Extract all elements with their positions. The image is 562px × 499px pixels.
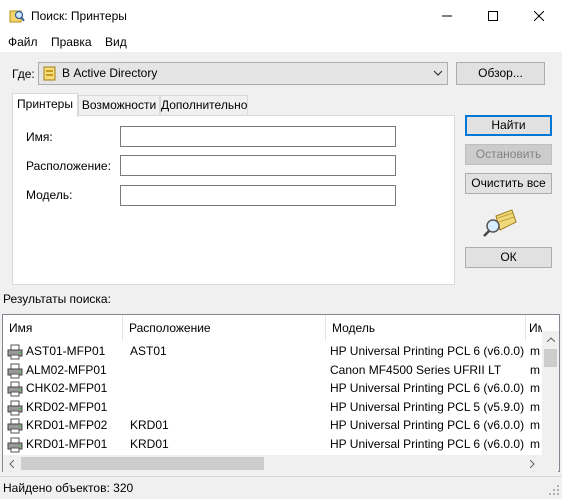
- where-label: Где:: [12, 67, 35, 81]
- find-button[interactable]: Найти: [465, 115, 552, 136]
- cell-location: KRD01: [130, 436, 169, 451]
- close-button[interactable]: [516, 0, 562, 32]
- scroll-up-icon[interactable]: [542, 331, 559, 348]
- cell-model: HP Universal Printing PCL 5 (v5.9.0): [330, 399, 525, 414]
- clear-all-button[interactable]: Очистить все: [465, 173, 552, 194]
- cell-location: KRD01: [130, 418, 169, 432]
- results-list[interactable]: Имя Расположение Модель Им AST01-MFP01AS…: [2, 314, 560, 472]
- printer-icon: [7, 418, 23, 434]
- tab-printers[interactable]: Принтеры: [12, 93, 78, 117]
- stop-button[interactable]: Остановить: [465, 144, 552, 165]
- cell-extra: m: [530, 399, 540, 414]
- model-field[interactable]: [120, 185, 396, 206]
- cell-model: HP Universal Printing PCL 6 (v6.0.0): [330, 436, 525, 451]
- ok-button[interactable]: ОК: [465, 247, 552, 268]
- magnifier-icon: [482, 208, 518, 238]
- where-combobox[interactable]: В Active Directory: [38, 62, 448, 85]
- column-header-model[interactable]: Модель: [326, 315, 526, 341]
- tab-advanced[interactable]: Дополнительно: [160, 95, 248, 115]
- vertical-scroll-thumb[interactable]: [544, 349, 557, 367]
- table-row[interactable]: ALM02-MFP01 Canon MF4500 Series UFRII LT m: [3, 361, 541, 380]
- menu-view[interactable]: Вид: [105, 34, 127, 50]
- cell-model: Canon MF4500 Series UFRII LT: [330, 362, 502, 377]
- scroll-right-icon[interactable]: [524, 455, 541, 472]
- minimize-button[interactable]: [424, 0, 470, 32]
- maximize-button[interactable]: [470, 0, 516, 32]
- search-folder-icon: [9, 8, 25, 24]
- chevron-down-icon: [433, 67, 443, 79]
- cell-extra: m: [530, 362, 540, 377]
- cell-model: HP Universal Printing PCL 6 (v6.0.0): [330, 418, 525, 432]
- location-label: Расположение:: [26, 159, 111, 173]
- table-row[interactable]: KRD02-MFP01 HP Universal Printing PCL 5 (…: [3, 398, 541, 417]
- cell-name: KRD01-MFP02: [26, 418, 108, 432]
- where-value: В Active Directory: [62, 66, 158, 80]
- directory-icon: [43, 66, 57, 81]
- printer-icon: [7, 363, 23, 379]
- cell-extra: m: [530, 436, 540, 451]
- model-label: Модель:: [26, 188, 73, 202]
- location-field[interactable]: [120, 155, 396, 176]
- menu-bar: Файл Правка Вид: [0, 32, 562, 52]
- column-header-location[interactable]: Расположение: [123, 315, 326, 341]
- printer-icon: [7, 381, 23, 397]
- column-header-extra[interactable]: Им: [526, 315, 542, 341]
- cell-name: KRD01-MFP01: [26, 436, 108, 451]
- menu-file[interactable]: Файл: [8, 34, 38, 50]
- title-bar: Поиск: Принтеры: [0, 0, 562, 32]
- name-label: Имя:: [26, 130, 53, 144]
- menu-edit[interactable]: Правка: [51, 34, 92, 50]
- tab-features[interactable]: Возможности: [78, 95, 160, 115]
- status-text: Найдено объектов: 320: [3, 481, 134, 495]
- resize-grip-icon[interactable]: [548, 484, 560, 496]
- printer-icon: [7, 344, 23, 360]
- vertical-scrollbar[interactable]: [542, 331, 559, 471]
- cell-name: KRD02-MFP01: [26, 399, 108, 414]
- printer-icon: [7, 437, 23, 453]
- browse-button[interactable]: Обзор...: [456, 62, 545, 85]
- cell-name: CHK02-MFP01: [26, 381, 108, 395]
- horizontal-scrollbar[interactable]: [3, 455, 541, 472]
- column-header-name[interactable]: Имя: [3, 315, 123, 341]
- cell-extra: m: [530, 344, 540, 358]
- name-field[interactable]: [120, 126, 396, 147]
- table-row[interactable]: KRD01-MFP01 KRD01 HP Universal Printing PC…: [3, 435, 541, 454]
- cell-extra: m: [530, 418, 540, 432]
- cell-location: AST01: [130, 344, 167, 358]
- results-label: Результаты поиска:: [3, 292, 111, 306]
- cell-name: ALM02-MFP01: [26, 362, 107, 377]
- window-title: Поиск: Принтеры: [31, 9, 127, 23]
- printer-icon: [7, 400, 23, 416]
- table-row[interactable]: CHK02-MFP01 HP Universal Printing PCL 6 (…: [3, 379, 541, 398]
- status-bar: Найдено объектов: 320: [0, 476, 562, 497]
- cell-model: HP Universal Printing PCL 6 (v6.0.0): [330, 344, 525, 358]
- cell-extra: m: [530, 381, 540, 395]
- table-row[interactable]: AST01-MFP01 AST01 HP Universal Printing PC…: [3, 342, 541, 361]
- table-row[interactable]: KRD01-MFP02 KRD01 HP Universal Printing PC…: [3, 416, 541, 435]
- horizontal-scroll-thumb[interactable]: [21, 457, 264, 470]
- cell-name: AST01-MFP01: [26, 344, 106, 358]
- scroll-left-icon[interactable]: [3, 455, 20, 472]
- cell-model: HP Universal Printing PCL 6 (v6.0.0): [330, 381, 525, 395]
- scroll-corner: [541, 455, 558, 472]
